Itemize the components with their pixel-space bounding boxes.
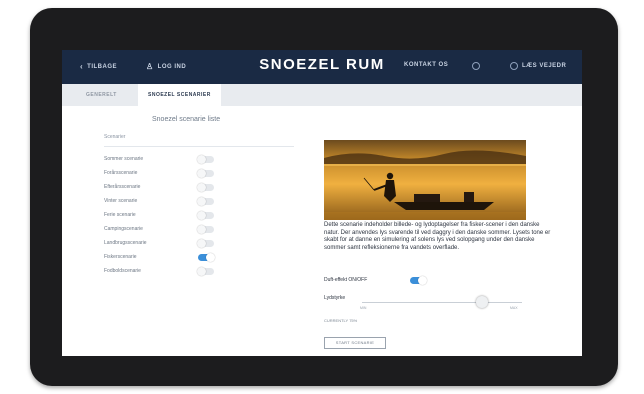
scenario-label: Landbrugsscenarie — [104, 240, 147, 246]
scenario-label: Efterårsscenarie — [104, 184, 141, 190]
volume-label: Lydstyrke — [324, 295, 346, 301]
scenario-label: Campingscenarie — [104, 226, 143, 232]
scenario-toggle[interactable] — [197, 224, 214, 234]
scenario-row: Ferie scenarie — [104, 208, 214, 222]
help-button[interactable] — [472, 62, 480, 70]
read-guide-label: LÆS VEJEDR — [522, 63, 567, 69]
scent-effect-label: Duft-effekt ON/OFF — [324, 277, 368, 283]
scenario-toggle[interactable] — [197, 182, 214, 192]
scent-effect-toggle[interactable] — [410, 276, 427, 285]
toggle-knob — [206, 252, 215, 262]
volume-min-label: MIN — [360, 306, 367, 310]
tab-snoezel-scenarios[interactable]: SNOEZEL SCENARIER — [138, 84, 221, 106]
scenarios-section-label: Scenarier — [104, 134, 126, 140]
divider — [104, 146, 294, 147]
toggle-knob — [197, 196, 206, 206]
scenario-toggle[interactable] — [197, 266, 214, 276]
scenario-row: Efterårsscenarie — [104, 180, 214, 194]
scenario-label: Forårsscenarie — [104, 170, 138, 176]
toggle-knob — [197, 266, 206, 276]
scenario-photo — [324, 140, 526, 220]
help-icon — [472, 62, 480, 70]
scenario-toggle[interactable] — [197, 154, 214, 164]
toggle-knob — [418, 276, 427, 285]
volume-slider-track[interactable] — [362, 302, 522, 303]
toggle-knob — [197, 154, 206, 164]
scenario-description: Dette scenarie indeholder billede- og ly… — [324, 222, 551, 251]
scenario-row: Vinter scenarie — [104, 194, 214, 208]
tab-bar: GENERELT SNOEZEL SCENARIER — [62, 84, 582, 106]
contact-link[interactable]: KONTAKT OS — [404, 62, 448, 68]
scenario-toggle[interactable] — [197, 210, 214, 220]
scenario-row: Landbrugsscenarie — [104, 236, 214, 250]
toggle-knob — [197, 210, 206, 220]
scenario-row: Campingscenarie — [104, 222, 214, 236]
scenario-row: Fodboldscenarie — [104, 264, 214, 278]
scenario-label: Fiskerscenarie — [104, 254, 137, 260]
toggle-knob — [197, 168, 206, 178]
info-icon — [510, 62, 518, 70]
scenario-toggle[interactable] — [197, 238, 214, 248]
scenario-list-title: Snoezel scenarie liste — [152, 116, 221, 123]
volume-current-readout: CURRENTLY 75% — [324, 318, 358, 323]
contact-label: KONTAKT OS — [404, 62, 449, 68]
page-title: SNOEZEL RUM — [259, 56, 385, 73]
scenario-list: Sommer scenarie Forårsscenarie Efterårssce… — [104, 152, 294, 278]
scenario-row: Sommer scenarie — [104, 152, 214, 166]
scenario-label: Fodboldscenarie — [104, 268, 141, 274]
fisherman-boat-image — [324, 140, 526, 220]
scenario-label: Ferie scenarie — [104, 212, 136, 218]
toggle-knob — [197, 238, 206, 248]
scenario-toggle[interactable] — [198, 252, 215, 262]
scenario-toggle[interactable] — [197, 196, 214, 206]
scenario-toggle[interactable] — [197, 168, 214, 178]
app-screen: ‹ TILBAGE ♙ LOG IND SNOEZEL RUM KONTAKT … — [62, 50, 582, 356]
toggle-knob — [197, 182, 206, 192]
scenario-label: Vinter scenarie — [104, 198, 138, 204]
volume-slider-handle[interactable] — [476, 296, 488, 308]
toggle-knob — [197, 224, 206, 234]
scenario-label: Sommer scenarie — [104, 156, 144, 162]
start-scenario-button[interactable]: START SCENARIE — [324, 337, 386, 349]
scenario-row: Forårsscenarie — [104, 166, 214, 180]
scenario-row: Fiskerscenarie — [104, 250, 215, 264]
volume-max-label: MAX — [510, 306, 518, 310]
top-navigation-bar: ‹ TILBAGE ♙ LOG IND SNOEZEL RUM KONTAKT … — [62, 50, 582, 84]
read-guide-link[interactable]: LÆS VEJEDR — [510, 62, 566, 70]
tab-general[interactable]: GENERELT — [76, 84, 127, 106]
